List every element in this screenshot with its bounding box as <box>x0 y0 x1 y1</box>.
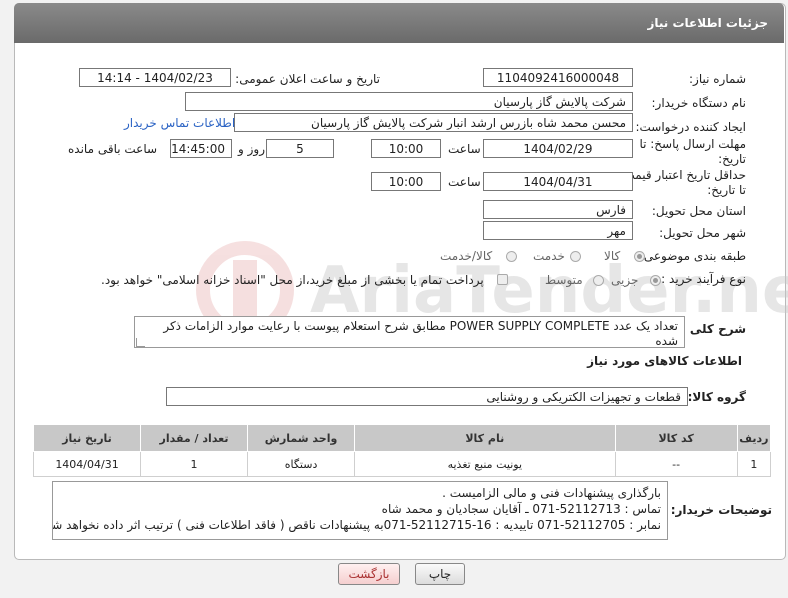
category-radio-goods[interactable] <box>634 251 645 262</box>
items-table: ردیف کد کالا نام کالا واحد شمارش تعداد /… <box>32 424 772 477</box>
table-header-row: ردیف کد کالا نام کالا واحد شمارش تعداد /… <box>32 424 772 452</box>
remaining-label: ساعت باقی مانده <box>68 142 158 156</box>
panel-header: جزئیات اطلاعات نیاز <box>14 3 784 43</box>
buyer-notes-line: نمابر : 52112705-071 تاییدیه : 16-521127… <box>52 518 661 532</box>
col-header-need-date: تاریخ نیاز <box>32 424 142 452</box>
cell-need-date: 1404/04/31 <box>32 451 142 477</box>
panel-title: جزئیات اطلاعات نیاز <box>647 16 768 30</box>
cell-row-number: 1 <box>736 451 772 477</box>
requester-field: محسن محمد شاه بازرس ارشد انبار شرکت پالا… <box>234 113 633 132</box>
process-option-minor: جزیی <box>611 273 639 287</box>
goods-info-title: اطلاعات کالاهای مورد نیاز <box>587 354 742 368</box>
page: جزئیات اطلاعات نیاز AriaTender.neT شماره… <box>0 0 788 598</box>
deadline-time-label: ساعت <box>448 142 481 156</box>
cell-unit: دستگاه <box>247 451 356 477</box>
validity-date-label: تا تاریخ: <box>707 183 746 197</box>
validity-time-label: ساعت <box>448 175 481 189</box>
col-header-quantity: تعداد / مقدار <box>140 424 249 452</box>
need-number-label: شماره نیاز: <box>689 72 746 86</box>
category-radio-service[interactable] <box>570 251 581 262</box>
days-label: روز و <box>238 142 265 156</box>
remaining-time-field: 14:45:00 <box>170 139 232 158</box>
province-field: فارس <box>483 200 633 219</box>
city-field: مهر <box>483 221 633 240</box>
cell-item-name: یونیت منبع تغذیه <box>354 451 616 477</box>
buyer-org-field: شرکت پالایش گاز پارسیان <box>185 92 633 111</box>
province-label: استان محل تحویل: <box>651 204 746 218</box>
deadline-date-field: 1404/02/29 <box>483 139 633 158</box>
col-header-row-number: ردیف <box>736 424 772 452</box>
buyer-notes-textarea[interactable]: بارگذاری پیشنهادات فنی و مالی الزامیست .… <box>52 481 668 540</box>
category-option-goods: کالا <box>604 249 621 263</box>
buyer-notes-label: توضیحات خریدار: <box>670 503 772 517</box>
resize-handle-icon[interactable] <box>136 338 145 347</box>
cell-quantity: 1 <box>140 451 249 477</box>
col-header-item-code: کد کالا <box>614 424 738 452</box>
process-option-medium: متوسط <box>545 273 583 287</box>
days-field: 5 <box>266 139 334 158</box>
category-label: طبقه بندی موضوعی: <box>639 249 746 263</box>
process-radio-medium[interactable] <box>593 275 604 286</box>
table-row: 1 -- یونیت منبع تغذیه دستگاه 1 1404/04/3… <box>32 451 772 477</box>
description-text: تعداد یک عدد POWER SUPPLY COMPLETE مطابق… <box>163 319 678 348</box>
buyer-notes-line: تماس : 52112713-071 ـ آقایان سجادیان و م… <box>381 502 661 516</box>
buyer-org-label: نام دستگاه خریدار: <box>651 96 747 110</box>
buyer-notes-line: بارگذاری پیشنهادات فنی و مالی الزامیست . <box>442 486 661 500</box>
category-option-service: خدمت <box>533 249 565 263</box>
goods-group-label: گروه کالا: <box>687 390 746 404</box>
deadline-date-label: تاریخ: <box>718 152 746 166</box>
description-textarea[interactable]: تعداد یک عدد POWER SUPPLY COMPLETE مطابق… <box>134 316 685 348</box>
announce-label: تاریخ و ساعت اعلان عمومی: <box>235 72 380 86</box>
city-label: شهر محل تحویل: <box>659 226 746 240</box>
col-header-item-name: نام کالا <box>354 424 616 452</box>
process-label: نوع فرآیند خرید : <box>661 272 746 286</box>
print-button[interactable]: چاپ <box>415 563 465 585</box>
announce-datetime-field: 1404/02/23 - 14:14 <box>79 68 231 87</box>
category-radio-goods-service[interactable] <box>506 251 517 262</box>
requester-label: ایجاد کننده درخواست: <box>635 120 746 134</box>
need-number-field: 1104092416000048 <box>483 68 633 87</box>
goods-group-field: قطعات و تجهیزات الکتریکی و روشنایی <box>166 387 688 406</box>
deadline-label: مهلت ارسال پاسخ: تا <box>639 137 746 151</box>
payment-note: پرداخت تمام یا بخشی از مبلغ خرید،از محل … <box>101 273 484 287</box>
treasury-payment-checkbox[interactable] <box>497 274 508 285</box>
deadline-time-field: 10:00 <box>371 139 441 158</box>
validity-date-field: 1404/04/31 <box>483 172 633 191</box>
contact-info-link[interactable]: اطلاعات تماس خریدار <box>124 116 235 130</box>
category-option-goods-service: کالا/خدمت <box>440 249 493 263</box>
process-radio-minor[interactable] <box>650 275 661 286</box>
min-validity-label: حداقل تاریخ اعتبار قیمت: <box>619 168 746 182</box>
back-button[interactable]: بازگشت <box>338 563 400 585</box>
validity-time-field: 10:00 <box>371 172 441 191</box>
cell-item-code: -- <box>614 451 738 477</box>
col-header-unit: واحد شمارش <box>247 424 356 452</box>
